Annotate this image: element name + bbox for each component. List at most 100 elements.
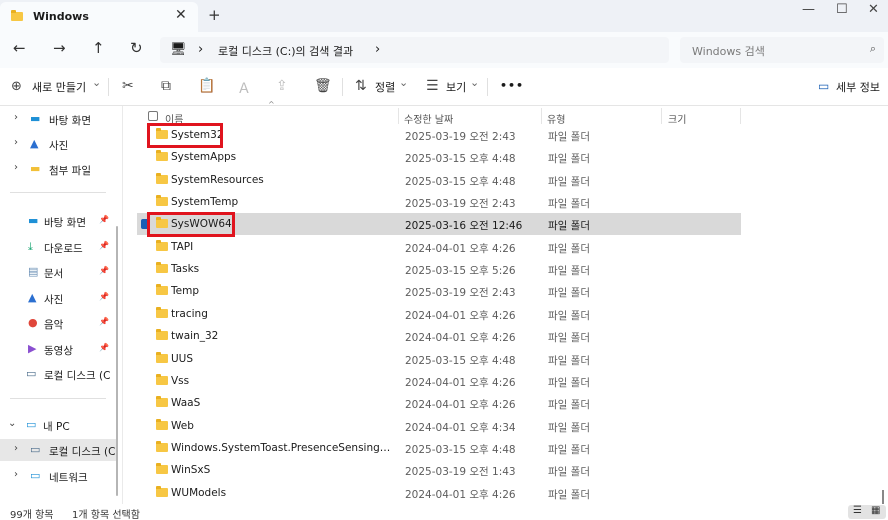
details-pane-icon: ▭ (818, 79, 830, 93)
table-row[interactable]: tracing 2024-04-01 오후 4:26 파일 폴더 (137, 303, 741, 325)
sidebar-item-local-disk[interactable]: › ▭ 로컬 디스크 (C:) (0, 439, 116, 461)
selection-count: 1개 항목 선택함 (72, 510, 140, 520)
file-name: WaaS (171, 397, 201, 409)
table-row[interactable]: twain_32 2024-04-01 오후 4:26 파일 폴더 (137, 325, 741, 347)
chevron-right-icon[interactable]: › (14, 112, 18, 123)
command-bar: ⊕ 새로 만들기 ⌄ ✂ ⧉ 📋 Ａ ⇪ 🗑 ⇅ 정렬 ⌄ ☰ 보기 ⌄ •••… (0, 68, 888, 106)
chevron-right-icon[interactable]: › (14, 162, 18, 173)
up-button[interactable]: ↑ (92, 39, 105, 57)
minimize-button[interactable]: — (802, 2, 815, 17)
breadcrumb[interactable]: 로컬 디스크 (C:)의 검색 결과 (218, 43, 353, 59)
rename-icon[interactable]: Ａ (237, 78, 251, 98)
address-bar[interactable]: 🖥 › 로컬 디스크 (C:)의 검색 결과 › (160, 37, 669, 63)
tiles-view-icon[interactable]: ▦ (871, 505, 880, 516)
sidebar-item-label: 첨부 파일 (49, 165, 91, 177)
plus-icon: ⊕ (11, 79, 22, 94)
table-row[interactable]: WaaS 2024-04-01 오후 4:26 파일 폴더 (137, 392, 741, 414)
sidebar-item-pictures[interactable]: › ▲ 사진 (0, 133, 116, 155)
sidebar-item-this-pc[interactable]: ⌄ ▭ 내 PC (0, 414, 116, 436)
sidebar-item-desktop[interactable]: › ▬ 바탕 화면 (0, 108, 116, 130)
chevron-right-icon[interactable]: › (14, 137, 18, 148)
nav-scrollbar[interactable] (116, 226, 118, 496)
table-row[interactable]: Tasks 2025-03-15 오후 5:26 파일 폴더 (137, 258, 741, 280)
table-row[interactable]: WUModels 2024-04-01 오후 4:26 파일 폴더 (137, 482, 741, 504)
table-row[interactable]: WinSxS 2025-03-19 오전 1:43 파일 폴더 (137, 459, 741, 481)
highlight-box (147, 212, 235, 237)
table-row[interactable]: Windows.SystemToast.PresenceSensing.Onlo… (137, 437, 741, 459)
chevron-down-icon: ⌄ (92, 76, 102, 89)
table-row[interactable]: SystemResources 2025-03-15 오후 4:48 파일 폴더 (137, 169, 741, 191)
delete-icon[interactable]: 🗑 (314, 78, 332, 94)
column-divider[interactable] (398, 108, 399, 124)
details-view-icon[interactable]: ☰ (853, 505, 862, 516)
share-icon[interactable]: ⇪ (276, 78, 288, 94)
content-scrollbar[interactable] (882, 490, 884, 504)
sidebar-item-label: 내 PC (43, 421, 70, 433)
file-name: Vss (171, 375, 190, 387)
view-toggle: ☰ ▦ (848, 505, 886, 519)
table-row[interactable]: Vss 2024-04-01 오후 4:26 파일 폴더 (137, 370, 741, 392)
details-button[interactable]: 세부 정보 (836, 79, 880, 95)
file-name: tracing (171, 308, 208, 320)
sidebar-item-network[interactable]: › ▭ 네트워크 (0, 465, 116, 487)
maximize-button[interactable]: ☐ (836, 2, 848, 17)
table-row[interactable]: TAPI 2024-04-01 오후 4:26 파일 폴더 (137, 236, 741, 258)
sidebar-item-videos[interactable]: ▶ 동영상 📌 (0, 338, 116, 360)
file-date: 2025-03-15 오후 4:48 (405, 153, 516, 165)
folder-icon (156, 396, 168, 410)
sidebar-item-pictures-pinned[interactable]: ▲ 사진 📌 (0, 287, 116, 309)
document-icon: ▤ (28, 265, 39, 278)
new-tab-button[interactable]: + (208, 6, 221, 24)
sidebar-item-documents[interactable]: ▤ 문서 📌 (0, 261, 116, 283)
new-button[interactable]: 새로 만들기 (32, 79, 86, 95)
sidebar-item-local-disk-pinned[interactable]: ▭ 로컬 디스크 (C:) (0, 363, 116, 385)
column-divider[interactable] (661, 108, 662, 124)
sort-button[interactable]: 정렬 (375, 79, 395, 95)
drive-icon: ▭ (26, 367, 37, 380)
table-row[interactable]: System32 2025-03-19 오전 2:43 파일 폴더 (137, 124, 741, 146)
paste-icon[interactable]: 📋 (198, 78, 215, 94)
table-row[interactable]: UUS 2025-03-15 오후 4:48 파일 폴더 (137, 348, 741, 370)
folder-icon: ▬ (30, 162, 41, 175)
copy-icon[interactable]: ⧉ (161, 78, 171, 94)
sidebar-item-music[interactable]: ● 음악 📌 (0, 312, 116, 334)
search-input[interactable]: Windows 검색 ⌕ (680, 37, 884, 63)
chevron-right-icon[interactable]: › (198, 42, 203, 57)
forward-button[interactable]: → (53, 39, 66, 57)
chevron-down-icon[interactable]: ⌄ (8, 418, 16, 429)
table-row[interactable]: Web 2024-04-01 오후 4:34 파일 폴더 (137, 415, 741, 437)
table-row[interactable]: SystemTemp 2025-03-19 오전 2:43 파일 폴더 (137, 191, 741, 213)
folder-icon (11, 10, 23, 24)
folder-icon (156, 284, 168, 298)
back-button[interactable]: ← (13, 39, 26, 57)
file-name: Temp (171, 285, 199, 297)
table-row[interactable]: Temp 2025-03-19 오전 2:43 파일 폴더 (137, 280, 741, 302)
file-type: 파일 폴더 (548, 310, 590, 322)
sidebar-item-desktop-pinned[interactable]: ▬ 바탕 화면 📌 (0, 210, 116, 232)
file-type: 파일 폴더 (548, 422, 590, 434)
view-button[interactable]: 보기 (446, 79, 466, 95)
close-window-button[interactable]: ✕ (868, 2, 879, 17)
sidebar-item-attachments[interactable]: › ▬ 첨부 파일 (0, 158, 116, 180)
column-divider[interactable] (740, 108, 741, 124)
tab-close-icon[interactable]: ✕ (175, 7, 187, 23)
folder-icon (156, 419, 168, 433)
cut-icon[interactable]: ✂ (122, 78, 134, 94)
table-row[interactable]: SystemApps 2025-03-15 오후 4:48 파일 폴더 (137, 146, 741, 168)
sidebar-item-downloads[interactable]: ⤓ 다운로드 📌 (0, 236, 116, 258)
file-date: 2024-04-01 오후 4:26 (405, 332, 516, 344)
chevron-right-icon[interactable]: › (14, 443, 18, 454)
more-options-button[interactable]: ••• (500, 79, 524, 92)
chevron-right-icon[interactable]: › (375, 42, 380, 57)
chevron-right-icon[interactable]: › (14, 469, 18, 480)
file-date: 2025-03-19 오전 2:43 (405, 198, 516, 210)
file-name: Web (171, 420, 194, 432)
file-name: TAPI (171, 241, 194, 253)
file-date: 2025-03-16 오전 12:46 (405, 220, 523, 232)
file-name: Windows.SystemToast.PresenceSensing.Onlo… (171, 442, 393, 454)
column-divider[interactable] (541, 108, 542, 124)
tab-windows[interactable]: Windows ✕ (0, 2, 198, 32)
refresh-button[interactable]: ↻ (130, 39, 143, 57)
folder-icon (156, 352, 168, 366)
select-all-checkbox[interactable] (148, 111, 158, 121)
